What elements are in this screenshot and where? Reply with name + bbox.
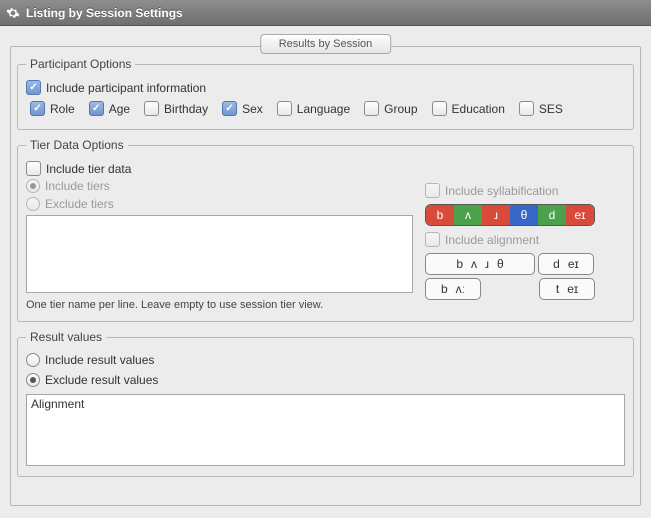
syll-cell: ʌ [454, 205, 482, 225]
result-value-item: Alignment [31, 397, 84, 411]
checkbox-icon [425, 183, 440, 198]
syll-cell: eɪ [566, 205, 594, 225]
role-checkbox[interactable]: Role [30, 101, 75, 116]
include-tiers-label: Include tiers [45, 179, 110, 193]
align-cell: b ʌː [425, 278, 481, 300]
result-values-box[interactable]: Alignment [26, 394, 625, 466]
group-label: Group [384, 102, 417, 116]
include-result-radio[interactable]: Include result values [26, 353, 154, 367]
tier-legend: Tier Data Options [26, 138, 128, 152]
checkbox-icon [364, 101, 379, 116]
syll-cell: ɹ [482, 205, 510, 225]
checkbox-icon [89, 101, 104, 116]
language-label: Language [297, 102, 350, 116]
include-syll-label: Include syllabification [445, 184, 558, 198]
include-participant-label: Include participant information [46, 81, 206, 95]
birthday-label: Birthday [164, 102, 208, 116]
age-checkbox[interactable]: Age [89, 101, 130, 116]
include-syllabification-checkbox[interactable]: Include syllabification [425, 183, 625, 198]
role-label: Role [50, 102, 75, 116]
align-cell: d eɪ [538, 253, 594, 275]
checkbox-icon [277, 101, 292, 116]
checkbox-icon [26, 161, 41, 176]
include-alignment-checkbox[interactable]: Include alignment [425, 232, 625, 247]
group-checkbox[interactable]: Group [364, 101, 417, 116]
tier-hint: One tier name per line. Leave empty to u… [26, 299, 413, 311]
include-tiers-radio[interactable]: Include tiers [26, 179, 413, 193]
tab-results-by-session[interactable]: Results by Session [260, 34, 392, 54]
language-checkbox[interactable]: Language [277, 101, 350, 116]
align-cell: t eɪ [539, 278, 595, 300]
titlebar: Listing by Session Settings [0, 0, 651, 26]
exclude-tiers-radio[interactable]: Exclude tiers [26, 197, 413, 211]
checkbox-icon [519, 101, 534, 116]
window-title: Listing by Session Settings [26, 6, 183, 20]
tab-label: Results by Session [279, 38, 373, 50]
participant-options: Participant Options Include participant … [17, 57, 634, 130]
ses-label: SES [539, 102, 563, 116]
radio-icon [26, 373, 40, 387]
gear-icon [6, 6, 20, 20]
birthday-checkbox[interactable]: Birthday [144, 101, 208, 116]
include-result-label: Include result values [45, 353, 154, 367]
include-tier-data-label: Include tier data [46, 162, 131, 176]
radio-icon [26, 179, 40, 193]
align-cell: b ʌ ɹ θ [425, 253, 535, 275]
sex-checkbox[interactable]: Sex [222, 101, 263, 116]
exclude-result-radio[interactable]: Exclude result values [26, 373, 158, 387]
syll-cell: b [426, 205, 454, 225]
exclude-tiers-label: Exclude tiers [45, 197, 114, 211]
tier-data-options: Tier Data Options Include tier data Incl… [17, 138, 634, 322]
include-align-label: Include alignment [445, 233, 539, 247]
exclude-result-label: Exclude result values [45, 373, 158, 387]
checkbox-icon [26, 80, 41, 95]
checkbox-icon [425, 232, 440, 247]
syllabification-preview: b ʌ ɹ θ d eɪ [425, 204, 595, 226]
result-values: Result values Include result values Excl… [17, 330, 634, 477]
settings-panel: Participant Options Include participant … [10, 46, 641, 506]
result-legend: Result values [26, 330, 106, 344]
checkbox-icon [432, 101, 447, 116]
checkbox-icon [222, 101, 237, 116]
checkbox-icon [30, 101, 45, 116]
ses-checkbox[interactable]: SES [519, 101, 563, 116]
syll-cell: θ [510, 205, 538, 225]
include-tier-data-checkbox[interactable]: Include tier data [26, 161, 131, 176]
alignment-preview: b ʌ ɹ θ d eɪ b [425, 253, 625, 300]
education-label: Education [452, 102, 505, 116]
align-gap [484, 278, 536, 300]
checkbox-icon [144, 101, 159, 116]
radio-icon [26, 197, 40, 211]
radio-icon [26, 353, 40, 367]
age-label: Age [109, 102, 130, 116]
include-participant-checkbox[interactable]: Include participant information [26, 80, 206, 95]
syll-cell: d [538, 205, 566, 225]
sex-label: Sex [242, 102, 263, 116]
participant-legend: Participant Options [26, 57, 135, 71]
education-checkbox[interactable]: Education [432, 101, 505, 116]
tier-names-textarea[interactable] [26, 215, 413, 293]
